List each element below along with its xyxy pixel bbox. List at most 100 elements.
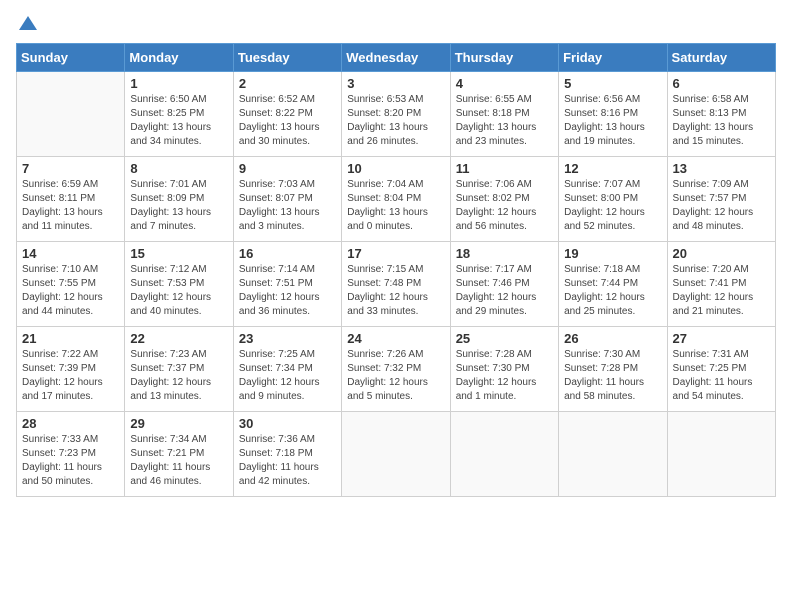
calendar-cell: 6 Sunrise: 6:58 AMSunset: 8:13 PMDaylight…: [667, 72, 775, 157]
calendar-cell: 30 Sunrise: 7:36 AMSunset: 7:18 PMDayligh…: [233, 412, 341, 497]
day-number: 5: [564, 76, 661, 91]
days-header-row: SundayMondayTuesdayWednesdayThursdayFrid…: [17, 44, 776, 72]
day-number: 26: [564, 331, 661, 346]
day-number: 2: [239, 76, 336, 91]
day-info: Sunrise: 7:10 AMSunset: 7:55 PMDaylight:…: [22, 263, 119, 319]
calendar-cell: 12 Sunrise: 7:07 AMSunset: 8:00 PMDayligh…: [559, 157, 667, 242]
day-info: Sunrise: 6:50 AMSunset: 8:25 PMDaylight:…: [130, 93, 227, 149]
calendar-cell: 19 Sunrise: 7:18 AMSunset: 7:44 PMDayligh…: [559, 242, 667, 327]
day-header-thursday: Thursday: [450, 44, 558, 72]
day-info: Sunrise: 7:25 AMSunset: 7:34 PMDaylight:…: [239, 348, 336, 404]
day-info: Sunrise: 7:09 AMSunset: 7:57 PMDaylight:…: [673, 178, 770, 234]
calendar-cell: 18Sunrise: 7:17 AMSunset: 7:46 PMDayligh…: [450, 242, 558, 327]
day-number: 23: [239, 331, 336, 346]
day-info: Sunrise: 7:04 AMSunset: 8:04 PMDaylight:…: [347, 178, 444, 234]
day-number: 22: [130, 331, 227, 346]
day-header-friday: Friday: [559, 44, 667, 72]
day-info: Sunrise: 7:03 AMSunset: 8:07 PMDaylight:…: [239, 178, 336, 234]
day-info: Sunrise: 7:18 AMSunset: 7:44 PMDaylight:…: [564, 263, 661, 319]
calendar-cell: 15 Sunrise: 7:12 AMSunset: 7:53 PMDayligh…: [125, 242, 233, 327]
day-info: Sunrise: 7:06 AMSunset: 8:02 PMDaylight:…: [456, 178, 553, 234]
day-info: Sunrise: 6:53 AMSunset: 8:20 PMDaylight:…: [347, 93, 444, 149]
day-info: Sunrise: 7:12 AMSunset: 7:53 PMDaylight:…: [130, 263, 227, 319]
calendar-cell: 16 Sunrise: 7:14 AMSunset: 7:51 PMDayligh…: [233, 242, 341, 327]
calendar-table: SundayMondayTuesdayWednesdayThursdayFrid…: [16, 43, 776, 497]
day-header-monday: Monday: [125, 44, 233, 72]
calendar-cell: [667, 412, 775, 497]
calendar-cell: [342, 412, 450, 497]
day-info: Sunrise: 7:07 AMSunset: 8:00 PMDaylight:…: [564, 178, 661, 234]
day-header-wednesday: Wednesday: [342, 44, 450, 72]
calendar-cell: 22 Sunrise: 7:23 AMSunset: 7:37 PMDayligh…: [125, 327, 233, 412]
day-header-tuesday: Tuesday: [233, 44, 341, 72]
day-info: Sunrise: 6:59 AMSunset: 8:11 PMDaylight:…: [22, 178, 119, 234]
calendar-cell: 9 Sunrise: 7:03 AMSunset: 8:07 PMDaylight…: [233, 157, 341, 242]
day-info: Sunrise: 6:52 AMSunset: 8:22 PMDaylight:…: [239, 93, 336, 149]
day-info: Sunrise: 7:26 AMSunset: 7:32 PMDaylight:…: [347, 348, 444, 404]
day-info: Sunrise: 6:55 AMSunset: 8:18 PMDaylight:…: [456, 93, 553, 149]
calendar-cell: 24 Sunrise: 7:26 AMSunset: 7:32 PMDayligh…: [342, 327, 450, 412]
day-info: Sunrise: 7:15 AMSunset: 7:48 PMDaylight:…: [347, 263, 444, 319]
calendar-cell: [17, 72, 125, 157]
day-header-saturday: Saturday: [667, 44, 775, 72]
calendar-cell: 27 Sunrise: 7:31 AMSunset: 7:25 PMDayligh…: [667, 327, 775, 412]
day-number: 30: [239, 416, 336, 431]
day-number: 8: [130, 161, 227, 176]
week-row-1: 1 Sunrise: 6:50 AMSunset: 8:25 PMDaylight…: [17, 72, 776, 157]
week-row-5: 28Sunrise: 7:33 AMSunset: 7:23 PMDayligh…: [17, 412, 776, 497]
day-number: 29: [130, 416, 227, 431]
day-number: 7: [22, 161, 119, 176]
calendar-cell: 21 Sunrise: 7:22 AMSunset: 7:39 PMDayligh…: [17, 327, 125, 412]
day-info: Sunrise: 7:28 AMSunset: 7:30 PMDaylight:…: [456, 348, 553, 404]
day-info: Sunrise: 7:31 AMSunset: 7:25 PMDaylight:…: [673, 348, 770, 404]
calendar-cell: 29 Sunrise: 7:34 AMSunset: 7:21 PMDayligh…: [125, 412, 233, 497]
day-number: 11: [456, 161, 553, 176]
day-number: 25: [456, 331, 553, 346]
week-row-3: 14 Sunrise: 7:10 AMSunset: 7:55 PMDayligh…: [17, 242, 776, 327]
day-info: Sunrise: 7:36 AMSunset: 7:18 PMDaylight:…: [239, 433, 336, 489]
day-number: 12: [564, 161, 661, 176]
calendar-cell: 17 Sunrise: 7:15 AMSunset: 7:48 PMDayligh…: [342, 242, 450, 327]
day-number: 19: [564, 246, 661, 261]
page-header: [16, 16, 776, 35]
calendar-cell: [559, 412, 667, 497]
day-info: Sunrise: 7:30 AMSunset: 7:28 PMDaylight:…: [564, 348, 661, 404]
day-info: Sunrise: 7:20 AMSunset: 7:41 PMDaylight:…: [673, 263, 770, 319]
day-number: 16: [239, 246, 336, 261]
day-info: Sunrise: 6:58 AMSunset: 8:13 PMDaylight:…: [673, 93, 770, 149]
day-info: Sunrise: 7:34 AMSunset: 7:21 PMDaylight:…: [130, 433, 227, 489]
calendar-cell: 3Sunrise: 6:53 AMSunset: 8:20 PMDaylight…: [342, 72, 450, 157]
day-number: 1: [130, 76, 227, 91]
day-number: 18: [456, 246, 553, 261]
day-info: Sunrise: 7:23 AMSunset: 7:37 PMDaylight:…: [130, 348, 227, 404]
day-number: 17: [347, 246, 444, 261]
calendar-cell: [450, 412, 558, 497]
calendar-cell: 1 Sunrise: 6:50 AMSunset: 8:25 PMDaylight…: [125, 72, 233, 157]
calendar-cell: 28Sunrise: 7:33 AMSunset: 7:23 PMDayligh…: [17, 412, 125, 497]
day-info: Sunrise: 7:14 AMSunset: 7:51 PMDaylight:…: [239, 263, 336, 319]
day-number: 27: [673, 331, 770, 346]
calendar-cell: 26 Sunrise: 7:30 AMSunset: 7:28 PMDayligh…: [559, 327, 667, 412]
day-number: 28: [22, 416, 119, 431]
calendar-cell: 20 Sunrise: 7:20 AMSunset: 7:41 PMDayligh…: [667, 242, 775, 327]
calendar-cell: 4Sunrise: 6:55 AMSunset: 8:18 PMDaylight…: [450, 72, 558, 157]
day-number: 20: [673, 246, 770, 261]
logo: [16, 16, 37, 35]
day-number: 9: [239, 161, 336, 176]
day-number: 13: [673, 161, 770, 176]
day-number: 24: [347, 331, 444, 346]
day-number: 15: [130, 246, 227, 261]
calendar-cell: 11 Sunrise: 7:06 AMSunset: 8:02 PMDayligh…: [450, 157, 558, 242]
day-number: 6: [673, 76, 770, 91]
day-number: 10: [347, 161, 444, 176]
calendar-cell: 10 Sunrise: 7:04 AMSunset: 8:04 PMDayligh…: [342, 157, 450, 242]
day-number: 21: [22, 331, 119, 346]
logo-icon: [19, 16, 37, 30]
day-number: 14: [22, 246, 119, 261]
day-info: Sunrise: 7:22 AMSunset: 7:39 PMDaylight:…: [22, 348, 119, 404]
calendar-cell: 2 Sunrise: 6:52 AMSunset: 8:22 PMDaylight…: [233, 72, 341, 157]
calendar-cell: 25 Sunrise: 7:28 AMSunset: 7:30 PMDayligh…: [450, 327, 558, 412]
calendar-cell: 8Sunrise: 7:01 AMSunset: 8:09 PMDaylight…: [125, 157, 233, 242]
day-header-sunday: Sunday: [17, 44, 125, 72]
week-row-2: 7 Sunrise: 6:59 AMSunset: 8:11 PMDaylight…: [17, 157, 776, 242]
